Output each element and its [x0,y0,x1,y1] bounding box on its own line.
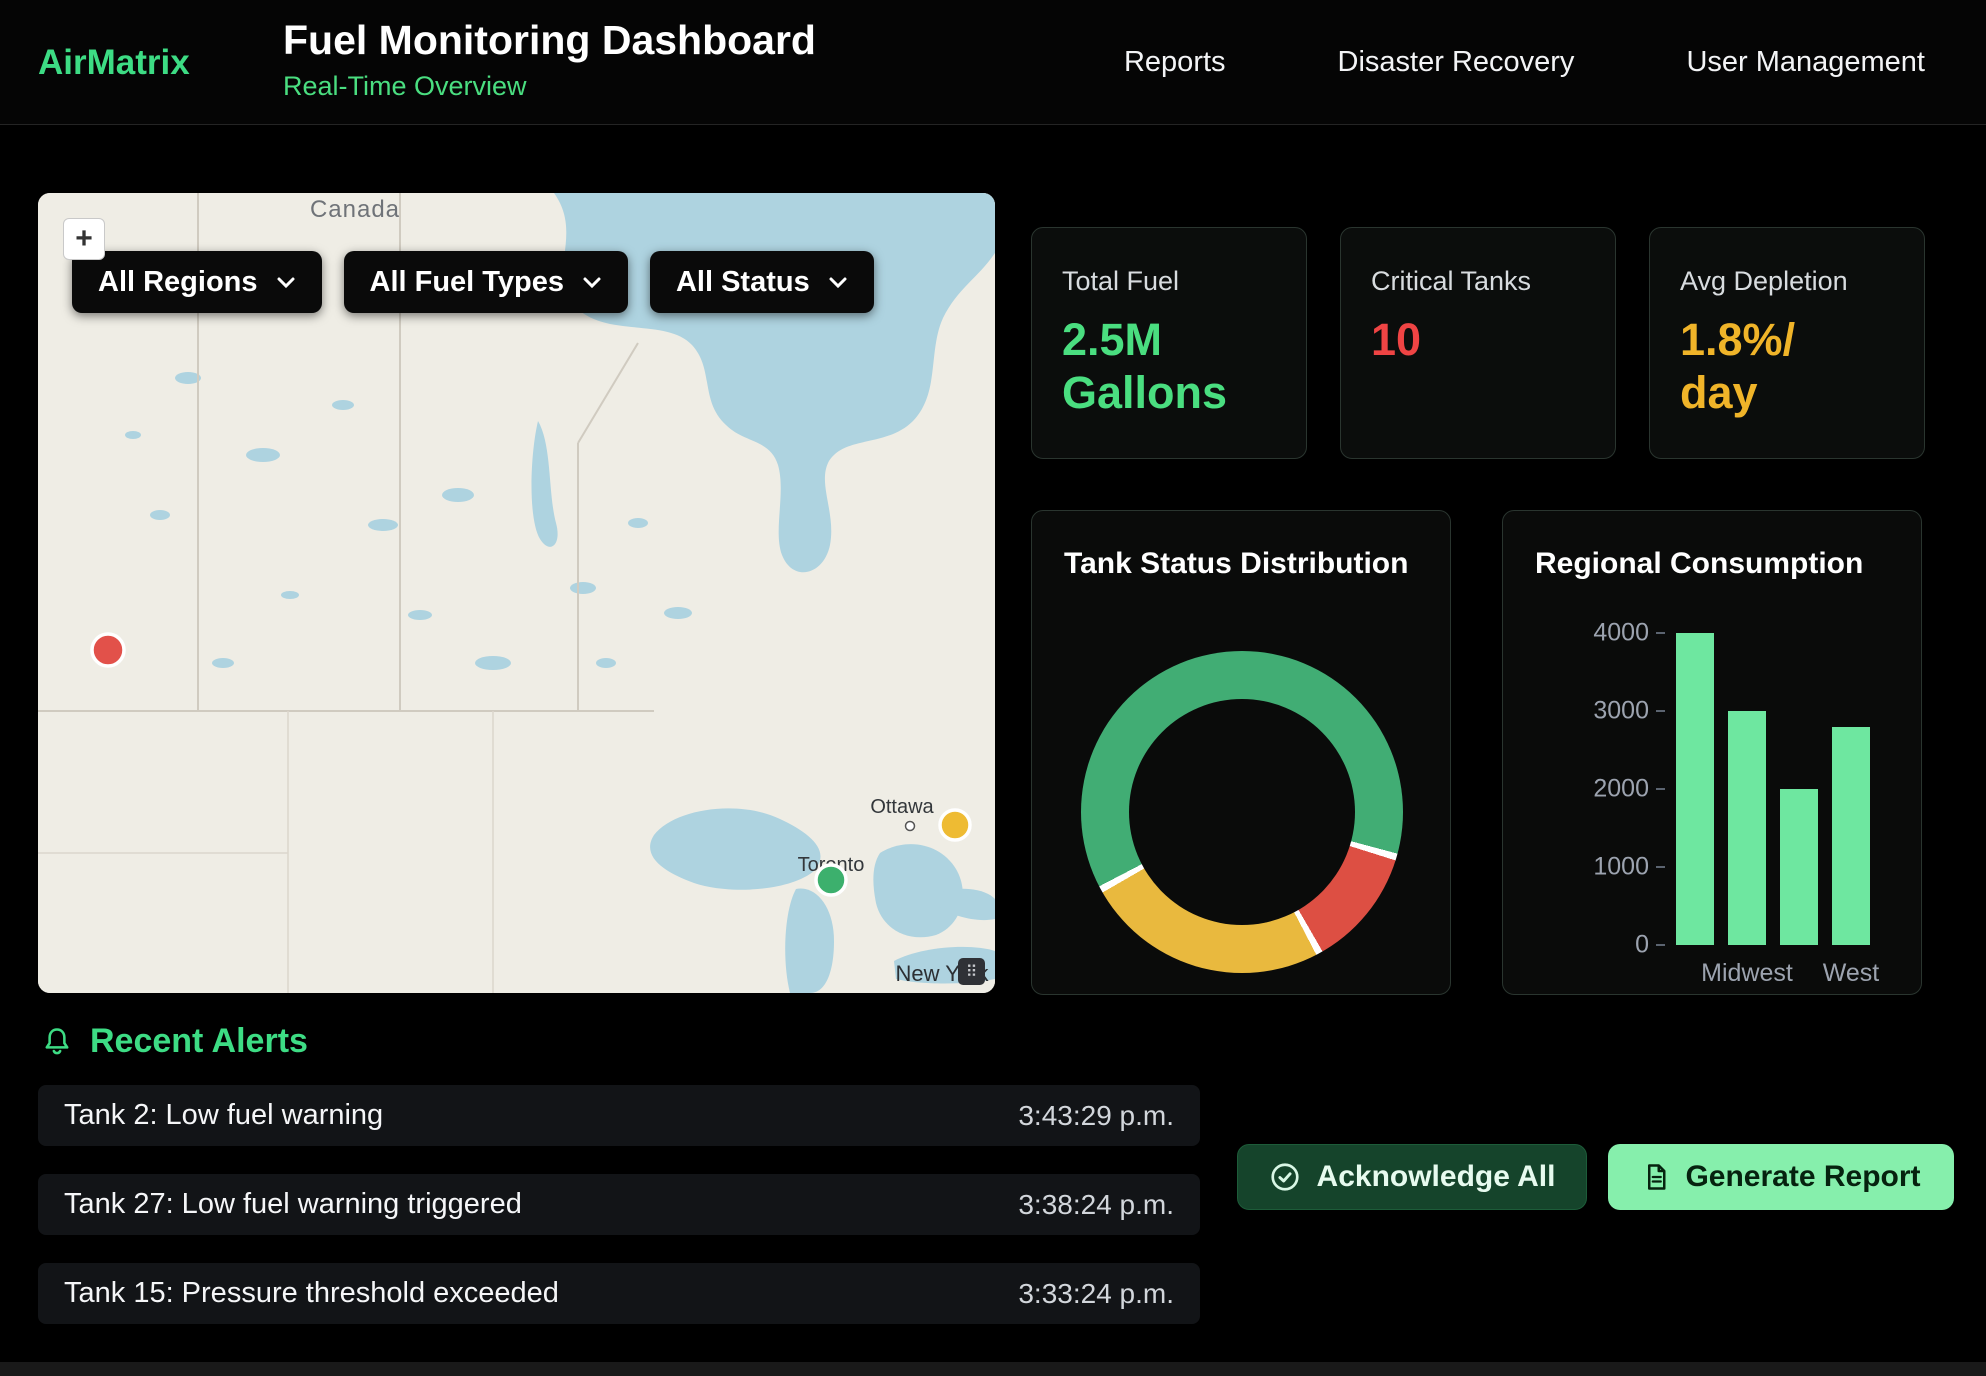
map-resize-handle[interactable]: ⠿ [958,958,985,985]
region-filter-dropdown[interactable]: All Regions [72,251,322,313]
main-nav: Reports Disaster Recovery User Managemen… [1124,0,1925,125]
x-axis-label: Midwest [1701,959,1793,988]
map-marker-warning[interactable] [940,810,970,840]
bell-icon [40,1025,74,1059]
regional-bars: Midwest West [1676,633,1870,945]
alert-row[interactable]: Tank 15: Pressure threshold exceeded 3:3… [38,1263,1200,1324]
map-zoom-in-button[interactable]: + [63,218,105,260]
y-axis-tick-mark [1656,710,1665,712]
alert-row[interactable]: Tank 2: Low fuel warning 3:43:29 p.m. [38,1085,1200,1146]
consumption-bar [1676,633,1714,945]
consumption-bar [1728,711,1766,945]
fuel-type-filter-value: All Fuel Types [370,266,564,299]
page-title: Fuel Monitoring Dashboard [283,17,816,64]
recent-alerts-header: Recent Alerts [40,1022,308,1061]
total-fuel-label: Total Fuel [1062,266,1276,297]
avg-depletion-value: 1.8%/ day [1680,313,1880,419]
map-label-ottawa: Ottawa [870,796,934,818]
generate-report-button[interactable]: Generate Report [1608,1144,1954,1210]
map-canvas: Canada Ottawa Toronto New York [38,193,995,993]
consumption-bar [1832,727,1870,945]
donut-hole [1129,699,1355,925]
map-filter-bar: All Regions All Fuel Types All Status [72,251,874,313]
title-block: Fuel Monitoring Dashboard Real-Time Over… [283,17,816,102]
recent-alerts-heading: Recent Alerts [90,1022,308,1061]
regional-consumption-chart: 01000200030004000 MidwestWest [1503,633,1921,945]
regional-y-axis: 01000200030004000 [1503,633,1669,945]
tank-status-card: Tank Status Distribution [1031,510,1451,995]
generate-report-label: Generate Report [1685,1160,1920,1194]
tank-status-donut [1081,651,1403,973]
y-axis-tick-label: 0 [1635,931,1649,960]
nav-disaster-recovery[interactable]: Disaster Recovery [1338,46,1575,79]
tank-status-title: Tank Status Distribution [1064,547,1408,581]
y-axis-tick-label: 3000 [1593,697,1649,726]
critical-tanks-value: 10 [1371,313,1571,366]
bar-column [1780,633,1818,945]
critical-tanks-label: Critical Tanks [1371,266,1585,297]
brand-logo[interactable]: AirMatrix [38,0,190,125]
avg-depletion-card: Avg Depletion 1.8%/ day [1649,227,1925,459]
y-axis-tick-label: 1000 [1593,853,1649,882]
total-fuel-card: Total Fuel 2.5M Gallons [1031,227,1307,459]
document-icon [1641,1161,1671,1193]
alert-text: Tank 2: Low fuel warning [64,1099,383,1132]
bar-column [1676,633,1714,945]
acknowledge-all-label: Acknowledge All [1317,1160,1556,1194]
regional-consumption-card: Regional Consumption 0 1000 2000 3000 4000 M… [1502,510,1922,995]
alert-text: Tank 15: Pressure threshold exceeded [64,1277,559,1310]
x-axis-label: West [1823,959,1880,988]
alert-row[interactable]: Tank 27: Low fuel warning triggered 3:38… [38,1174,1200,1235]
chevron-down-icon [582,276,602,289]
fuel-map[interactable]: Canada Ottawa Toronto New York + All Reg… [38,193,995,993]
fuel-monitoring-dashboard: AirMatrix Fuel Monitoring Dashboard Real… [0,0,1986,1376]
map-label-canada: Canada [310,196,400,223]
alert-text: Tank 27: Low fuel warning triggered [64,1188,522,1221]
alert-time: 3:43:29 p.m. [1018,1100,1174,1132]
region-filter-value: All Regions [98,266,258,299]
total-fuel-value: 2.5M Gallons [1062,313,1262,419]
y-axis-tick-mark [1656,632,1665,634]
y-axis-tick-label: 2000 [1593,775,1649,804]
map-marker-normal[interactable] [816,865,846,895]
status-filter-dropdown[interactable]: All Status [650,251,874,313]
critical-tanks-card: Critical Tanks 10 [1340,227,1616,459]
consumption-bar [1780,789,1818,945]
status-filter-value: All Status [676,266,810,299]
bar-column: Midwest [1728,633,1766,945]
nav-reports[interactable]: Reports [1124,46,1226,79]
page-subtitle: Real-Time Overview [283,71,816,102]
bar-column: West [1832,633,1870,945]
y-axis-tick-mark [1656,788,1665,790]
y-axis-tick-label: 4000 [1593,619,1649,648]
y-axis-tick-mark [1656,866,1665,868]
acknowledge-all-button[interactable]: Acknowledge All [1237,1144,1587,1210]
chevron-down-icon [828,276,848,289]
ottawa-city-dot [906,822,915,831]
alert-time: 3:33:24 p.m. [1018,1278,1174,1310]
app-header: AirMatrix Fuel Monitoring Dashboard Real… [0,0,1986,125]
regional-consumption-title: Regional Consumption [1535,547,1863,581]
fuel-type-filter-dropdown[interactable]: All Fuel Types [344,251,628,313]
y-axis-tick-mark [1656,944,1665,946]
map-marker-critical[interactable] [92,634,124,666]
nav-user-management[interactable]: User Management [1686,46,1925,79]
avg-depletion-label: Avg Depletion [1680,266,1894,297]
check-circle-icon [1269,1161,1301,1193]
alert-time: 3:38:24 p.m. [1018,1189,1174,1221]
chevron-down-icon [276,276,296,289]
window-bottom-strip [0,1362,1986,1376]
